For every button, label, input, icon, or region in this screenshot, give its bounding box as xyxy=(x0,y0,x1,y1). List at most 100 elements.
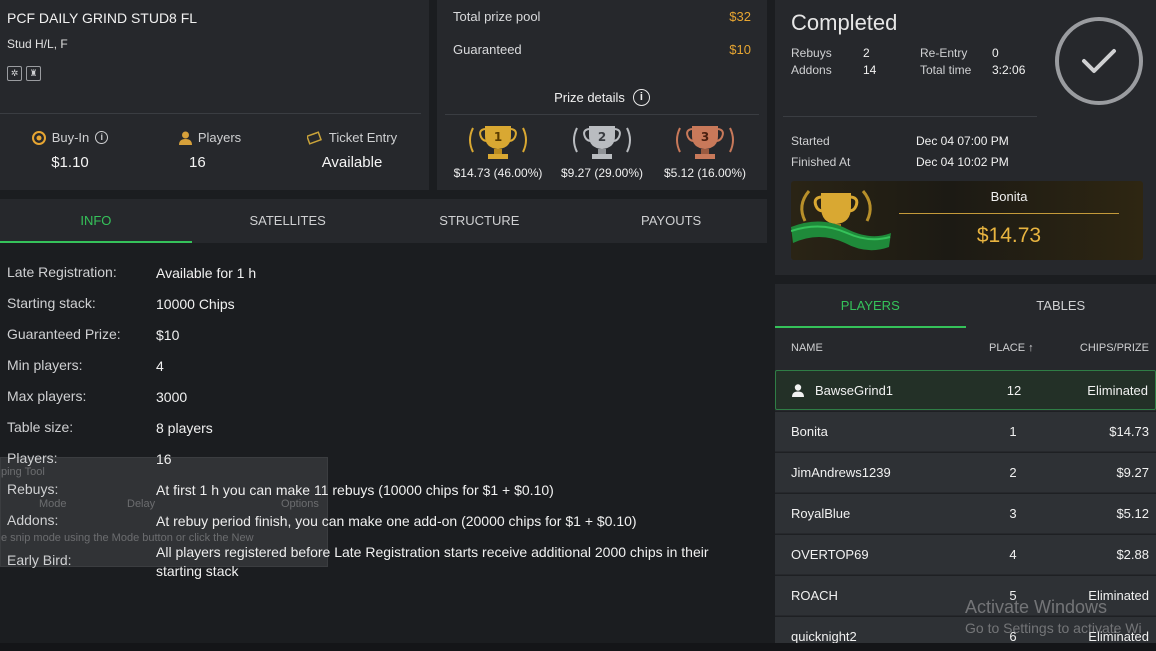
info-key: Starting stack: xyxy=(7,295,96,311)
snip-hint: e snip mode using the Mode button or cli… xyxy=(1,532,254,544)
info-value: 3000 xyxy=(156,389,188,405)
info-icon[interactable]: i xyxy=(95,131,109,144)
started-label: Started xyxy=(791,134,830,148)
gold-trophy-icon: 1 xyxy=(469,126,527,159)
chip-badge-icon: ✲ xyxy=(7,66,22,81)
player-row[interactable]: OVERTOP69 4 $2.88 xyxy=(775,534,1156,574)
reentry-value: 0 xyxy=(992,46,999,60)
player-prize: $14.73 xyxy=(1109,424,1149,439)
prize-place-3: 3 $5.12 (16.00%) xyxy=(655,122,755,180)
player-row[interactable]: RoyalBlue 3 $5.12 xyxy=(775,493,1156,533)
info-value: $10 xyxy=(156,327,180,343)
winner-amount: $14.73 xyxy=(976,224,1042,247)
player-prize: $9.27 xyxy=(1116,465,1149,480)
finished-value: Dec 04 10:02 PM xyxy=(916,155,1009,169)
snipping-tool-overlay: ping Tool Mode Delay Options e snip mode… xyxy=(0,457,328,567)
winner-name: Bonita xyxy=(990,189,1028,204)
guaranteed-label: Guaranteed xyxy=(453,42,522,57)
player-name: ROACH xyxy=(791,588,838,603)
silver-trophy-icon: 2 xyxy=(573,126,631,159)
addons-value: 14 xyxy=(863,63,877,77)
info-value: 8 players xyxy=(156,420,213,436)
info-key: Guaranteed Prize: xyxy=(7,326,121,342)
snip-delay-button[interactable]: Delay xyxy=(127,498,155,510)
prize-place-2-value: $9.27 (29.00%) xyxy=(560,166,644,180)
ticket-stat: Ticket Entry Available xyxy=(300,130,404,171)
player-place: 1 xyxy=(1009,424,1017,439)
players-value: 16 xyxy=(189,154,206,171)
prize-place-1: 1 $14.73 (46.00%) xyxy=(448,122,548,180)
player-place: 12 xyxy=(1006,383,1022,398)
tab-payouts[interactable]: PAYOUTS xyxy=(575,199,767,243)
addons-label: Addons xyxy=(791,63,832,77)
snip-mode-button[interactable]: Mode xyxy=(39,498,67,510)
player-row[interactable]: JimAndrews1239 2 $9.27 xyxy=(775,452,1156,492)
info-tabs: INFO SATELLITES STRUCTURE PAYOUTS xyxy=(0,199,767,243)
user-icon xyxy=(792,384,804,397)
player-prize: $5.12 xyxy=(1116,506,1149,521)
svg-text:2: 2 xyxy=(598,130,606,144)
info-value: Available for 1 h xyxy=(156,265,257,281)
prize-place-2: 2 $9.27 (29.00%) xyxy=(552,122,652,180)
completed-check-icon xyxy=(1055,17,1143,105)
activate-windows-watermark: Activate Windows Go to Settings to activ… xyxy=(965,597,1142,636)
info-key: Table size: xyxy=(7,419,74,435)
svg-text:3: 3 xyxy=(701,130,709,144)
tab-satellites[interactable]: SATELLITES xyxy=(192,199,384,243)
prize-place-3-value: $5.12 (16.00%) xyxy=(663,166,747,180)
tab-info[interactable]: INFO xyxy=(0,199,192,243)
col-chips-prize[interactable]: CHIPS/PRIZE xyxy=(1080,342,1149,354)
players-label: Players xyxy=(197,130,242,145)
prize-place-1-value: $14.73 (46.00%) xyxy=(453,166,543,180)
bottom-bar xyxy=(0,643,1156,651)
info-key: Min players: xyxy=(7,357,83,373)
player-name: JimAndrews1239 xyxy=(791,465,891,480)
started-value: Dec 04 07:00 PM xyxy=(916,134,1009,148)
col-place[interactable]: PLACE ↑ xyxy=(989,342,1034,354)
info-key: Late Registration: xyxy=(7,264,117,280)
guaranteed-value: $10 xyxy=(729,42,751,57)
game-type: Stud H/L, F xyxy=(7,37,68,51)
snip-options-button[interactable]: Options xyxy=(281,498,319,510)
player-row[interactable]: Bonita 1 $14.73 xyxy=(775,411,1156,451)
player-name: BawseGrind1 xyxy=(815,383,894,398)
prize-details-label: Prize details xyxy=(554,90,625,105)
watermark-title: Activate Windows xyxy=(965,597,1108,617)
rebuys-value: 2 xyxy=(863,46,870,60)
buyin-label: Buy-In xyxy=(51,130,90,145)
svg-text:1: 1 xyxy=(494,130,502,144)
prize-info-icon[interactable]: i xyxy=(632,89,650,106)
info-value: 10000 Chips xyxy=(156,296,235,312)
player-name: quicknight2 xyxy=(791,629,857,644)
player-place: 4 xyxy=(1009,547,1017,562)
status-panel: Completed Rebuys 2 Addons 14 Re-Entry 0 … xyxy=(775,0,1156,275)
info-key: Max players: xyxy=(7,388,87,404)
info-value: 4 xyxy=(156,358,164,374)
player-row-self[interactable]: BawseGrind1 12 Eliminated xyxy=(775,370,1156,410)
col-name[interactable]: NAME xyxy=(791,342,823,354)
buyin-value: $1.10 xyxy=(51,154,89,171)
user-icon xyxy=(178,131,192,145)
total-prize-value: $32 xyxy=(729,9,751,24)
player-name: Bonita xyxy=(791,424,828,439)
prize-panel: Total prize pool $32 Guaranteed $10 Priz… xyxy=(437,0,767,190)
card-badge-icon: ♜ xyxy=(26,66,41,81)
chip-icon xyxy=(31,130,46,145)
player-name: OVERTOP69 xyxy=(791,547,869,562)
totaltime-label: Total time xyxy=(920,63,972,77)
tournament-title: PCF DAILY GRIND STUD8 FL xyxy=(7,10,198,26)
tab-tables[interactable]: TABLES xyxy=(966,284,1156,328)
totaltime-value: 3:2:06 xyxy=(992,63,1026,77)
player-place: 3 xyxy=(1009,506,1017,521)
rebuys-label: Rebuys xyxy=(791,46,832,60)
snip-title: ping Tool xyxy=(1,466,45,478)
player-place: 2 xyxy=(1009,465,1017,480)
tab-structure[interactable]: STRUCTURE xyxy=(384,199,576,243)
tab-players[interactable]: PLAYERS xyxy=(775,284,966,328)
winner-trophy-icon xyxy=(791,190,891,251)
status-title: Completed xyxy=(791,10,898,35)
watermark-subtitle: Go to Settings to activate Wi xyxy=(965,620,1142,636)
total-prize-label: Total prize pool xyxy=(453,9,541,24)
ticket-label: Ticket Entry xyxy=(328,130,398,145)
player-prize: Eliminated xyxy=(1087,383,1148,398)
